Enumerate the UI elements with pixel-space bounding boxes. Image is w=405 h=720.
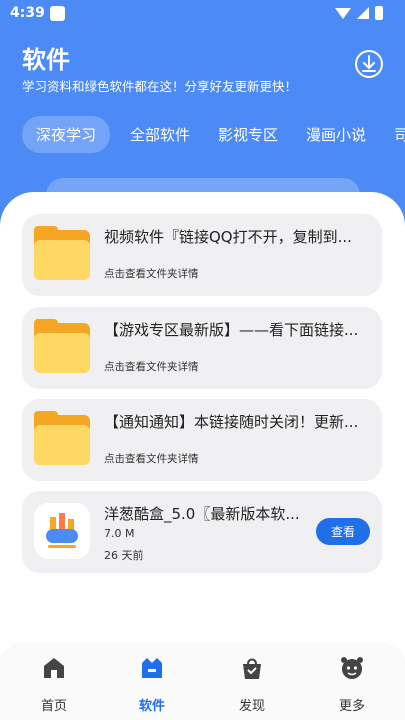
tab-comics-novels[interactable]: 漫画小说	[306, 124, 366, 145]
page-subtitle: 学习资料和绿色软件都在这！分享好友更新更快！	[22, 79, 298, 94]
battery-icon	[375, 6, 383, 20]
folder-item[interactable]: 【通知通知】本链接随时关闭！更新... 点击查看文件夹详情	[22, 399, 382, 481]
tab-late-night-study[interactable]: 深夜学习	[22, 115, 111, 153]
view-button[interactable]: 查看	[316, 518, 370, 545]
wifi-icon	[335, 7, 351, 19]
folder-icon	[34, 411, 90, 465]
app-logo-icon	[34, 503, 90, 559]
tab-all-software[interactable]: 全部软件	[130, 124, 190, 145]
nav-label: 更多	[338, 699, 365, 714]
notification-icon	[50, 6, 65, 21]
software-icon	[142, 658, 162, 678]
category-tabs: 深夜学习 全部软件 影视专区 漫画小说 司	[22, 114, 405, 154]
more-icon	[341, 657, 363, 679]
nav-more[interactable]: 更多	[322, 655, 382, 715]
app-item[interactable]: 洋葱酷盒_5.0〖最新版本软... 7.0 M 26 天前 查看	[22, 491, 382, 573]
folder-item[interactable]: 视频软件『链接QQ打不开，复制到... 点击查看文件夹详情	[22, 214, 382, 296]
app-title: 洋葱酷盒_5.0〖最新版本软...	[104, 505, 300, 523]
download-icon	[362, 55, 376, 72]
nav-label: 软件	[138, 699, 165, 714]
folder-icon	[34, 319, 90, 373]
folder-subtitle: 点击查看文件夹详情	[104, 268, 199, 280]
folder-item[interactable]: 【游戏专区最新版】——看下面链接... 点击查看文件夹详情	[22, 307, 382, 389]
app-size: 7.0 M	[104, 527, 135, 540]
status-icons	[335, 6, 383, 20]
nav-home[interactable]: 首页	[24, 655, 84, 715]
bag-icon	[243, 658, 261, 679]
home-icon	[44, 658, 64, 678]
tab-more-partial[interactable]: 司	[394, 124, 405, 145]
nav-label: 首页	[40, 699, 67, 714]
page-title: 软件	[22, 46, 70, 74]
folder-subtitle: 点击查看文件夹详情	[104, 453, 199, 465]
tab-movies[interactable]: 影视专区	[218, 124, 278, 145]
status-time: 4:39	[10, 5, 45, 21]
nav-label: 发现	[238, 699, 265, 714]
folder-subtitle: 点击查看文件夹详情	[104, 361, 199, 373]
nav-software[interactable]: 软件	[122, 655, 182, 715]
nav-discover[interactable]: 发现	[222, 655, 282, 715]
status-bar: 4:39	[0, 0, 405, 28]
folder-icon	[34, 226, 90, 280]
signal-icon	[357, 7, 369, 19]
download-button[interactable]	[355, 50, 383, 78]
folder-title: 视频软件『链接QQ打不开，复制到...	[104, 228, 352, 246]
folder-title: 【游戏专区最新版】——看下面链接...	[104, 321, 359, 339]
app-time: 26 天前	[104, 549, 144, 562]
bottom-nav: 首页 软件 发现 更多	[0, 645, 405, 720]
folder-title: 【通知通知】本链接随时关闭！更新...	[104, 413, 359, 431]
